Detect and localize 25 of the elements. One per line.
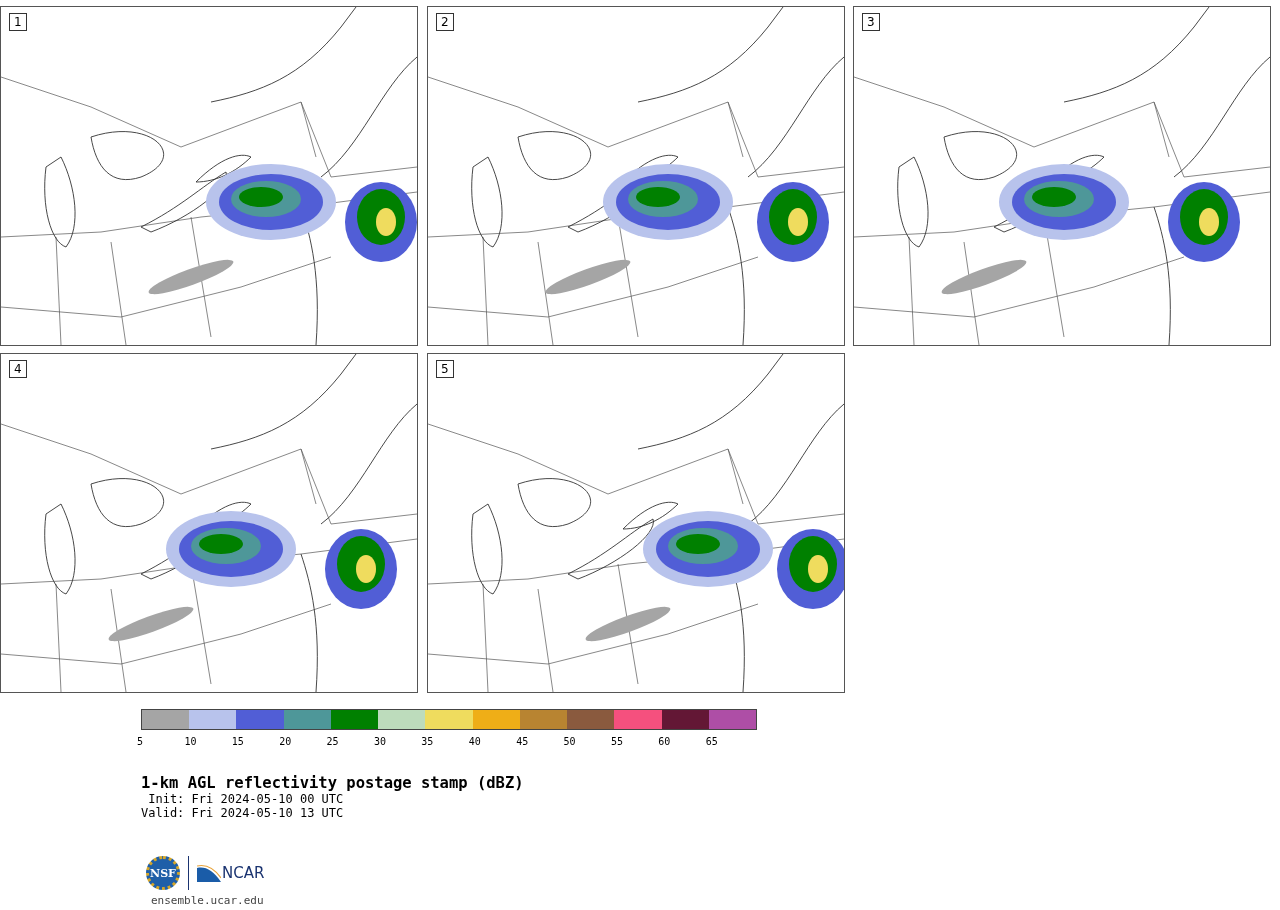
panel-number: 1 [9, 13, 27, 31]
scale-tick-label: 15 [231, 736, 244, 747]
panel-number: 3 [862, 13, 880, 31]
seal-logo: NSF [146, 856, 180, 890]
scale-tick-label: 55 [610, 736, 623, 747]
scale-tick-label: 20 [279, 736, 292, 747]
valid-time: Valid: Fri 2024-05-10 13 UTC [141, 806, 345, 820]
panel-number: 2 [436, 13, 454, 31]
scale-tick-label: 50 [563, 736, 576, 747]
scale-tick-label: 30 [373, 736, 386, 747]
swoosh-icon [197, 864, 221, 882]
chart-title: 1-km AGL reflectivity postage stamp (dBZ) [141, 774, 525, 792]
scale-tick-label: 45 [516, 736, 529, 747]
panel-number: 5 [436, 360, 454, 378]
scale-tick-label: 25 [326, 736, 339, 747]
scale-tick-label: 40 [468, 736, 481, 747]
scale-tick-label: 10 [184, 736, 197, 747]
scale-tick-label: 65 [705, 736, 718, 747]
site-url: ensemble.ucar.edu [151, 894, 265, 907]
panel-number: 4 [9, 360, 27, 378]
scale-tick-label: 5 [137, 736, 144, 747]
logo-text: NCAR [222, 864, 265, 882]
init-time: Init: Fri 2024-05-10 00 UTC [147, 792, 345, 806]
scale-tick-label: 60 [658, 736, 671, 747]
scale-tick-label: 35 [421, 736, 434, 747]
